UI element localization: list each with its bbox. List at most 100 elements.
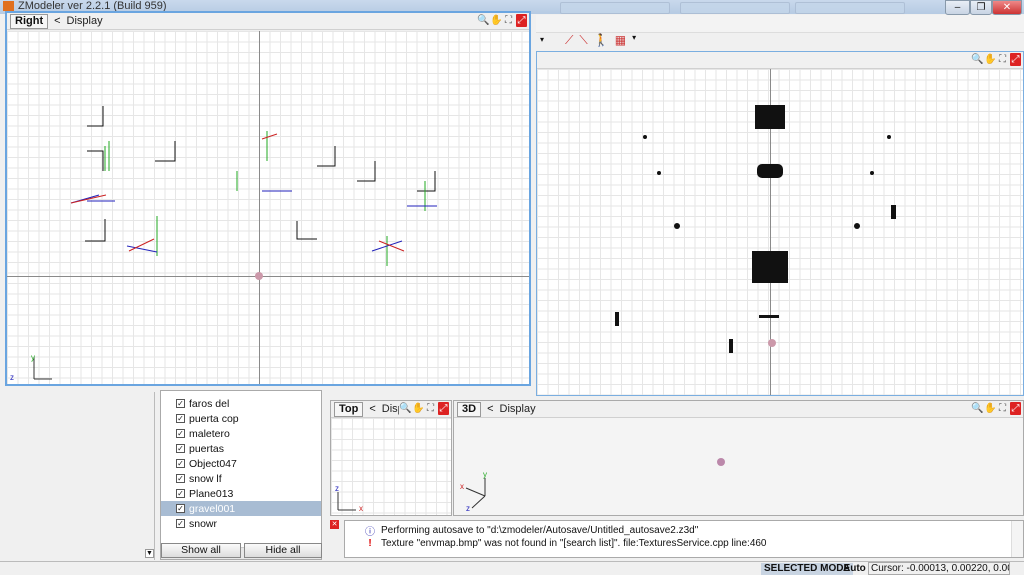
viewport-canvas[interactable] — [537, 69, 1023, 395]
object-name: snow lf — [189, 472, 222, 485]
object-list-item[interactable]: ✓ snow lf — [161, 471, 321, 486]
axis-label-z: z — [466, 504, 470, 513]
fit-icon[interactable]: ⛶ — [503, 14, 514, 27]
front-scene — [615, 105, 896, 353]
taskbar-item[interactable] — [560, 2, 670, 14]
close-log-button[interactable]: ✕ — [330, 520, 339, 529]
axis-label-x: x — [460, 482, 464, 491]
display-menu[interactable]: Display — [500, 403, 536, 415]
side-panel — [0, 392, 155, 560]
display-menu-arrow[interactable]: < — [369, 403, 375, 415]
object-name: Object047 — [189, 457, 237, 470]
zoom-icon[interactable]: 🔍 — [399, 402, 411, 415]
object-list-item[interactable]: ✓ puertas — [161, 441, 321, 456]
app-icon — [3, 1, 14, 11]
object-list-item[interactable]: ✓ Plane013 — [161, 486, 321, 501]
axis-label-x: x — [359, 504, 363, 513]
object-name: puertas — [189, 442, 225, 455]
visibility-checkbox[interactable]: ✓ — [176, 504, 185, 513]
viewport-canvas[interactable]: y x z — [454, 418, 1023, 515]
close-button[interactable]: ✕ — [992, 0, 1022, 15]
fit-icon[interactable]: ⛶ — [997, 402, 1008, 415]
log-panel: ⓘ Performing autosave to "d:\zmodeler/Aut… — [344, 520, 1024, 558]
object-list-item[interactable]: ✓ Object047 — [161, 456, 321, 471]
perspective-viewport[interactable]: 3D < Display 🔍 ✋ ⛶ ⤢ y x z — [453, 400, 1024, 516]
zoom-icon[interactable]: 🔍 — [971, 402, 983, 415]
object-list-item[interactable]: ✓ puerta cop — [161, 411, 321, 426]
pan-icon[interactable]: ✋ — [490, 14, 502, 27]
fit-icon[interactable]: ⛶ — [997, 53, 1008, 66]
viewport-header: Right < Display 🔍 ✋ ⛶ ⤢ — [7, 13, 529, 30]
taskbar-item[interactable] — [795, 2, 905, 14]
viewport-icons: 🔍 ✋ ⛶ ⤢ — [477, 14, 527, 27]
display-menu-arrow[interactable]: < — [54, 15, 60, 27]
pan-icon[interactable]: ✋ — [412, 402, 424, 415]
viewport-name[interactable]: 3D — [457, 401, 482, 417]
maximize-icon[interactable]: ⤢ — [1010, 53, 1021, 66]
maximize-icon[interactable]: ⤢ — [438, 402, 449, 415]
object-name: maletero — [189, 427, 230, 440]
axis-label-z: z — [10, 373, 14, 382]
info-icon: ⓘ — [365, 527, 375, 538]
select-object-icon[interactable]: 🚶 — [594, 33, 609, 48]
zoom-icon[interactable]: 🔍 — [971, 53, 983, 66]
toolbar-dropdown[interactable]: ▾ — [632, 33, 636, 48]
visibility-checkbox[interactable]: ✓ — [176, 399, 185, 408]
viewport-icons: 🔍 ✋ ⛶ ⤢ — [399, 402, 449, 415]
show-all-button[interactable]: Show all — [161, 543, 241, 558]
select-vertex-icon[interactable]: ⟋ — [565, 33, 573, 48]
maximize-icon[interactable]: ⤢ — [516, 14, 527, 27]
menu-bar — [536, 15, 1024, 33]
object-name: puerta cop — [189, 412, 239, 425]
display-menu-arrow[interactable]: < — [487, 403, 493, 415]
maximize-icon[interactable]: ⤢ — [1010, 402, 1021, 415]
pan-icon[interactable]: ✋ — [984, 53, 996, 66]
select-material-icon[interactable]: ▦ — [615, 33, 626, 48]
object-list-item[interactable]: ✓ maletero — [161, 426, 321, 441]
visibility-checkbox[interactable]: ✓ — [176, 474, 185, 483]
visibility-checkbox[interactable]: ✓ — [176, 444, 185, 453]
visibility-checkbox[interactable]: ✓ — [176, 414, 185, 423]
error-icon: ! — [368, 538, 372, 549]
viewport-canvas[interactable]: y z — [7, 31, 529, 384]
visibility-checkbox[interactable]: ✓ — [176, 489, 185, 498]
toolbar-dropdown[interactable]: ▾ — [540, 35, 544, 44]
pan-icon[interactable]: ✋ — [984, 402, 996, 415]
zoom-icon[interactable]: 🔍 — [477, 14, 489, 27]
right-scene — [33, 106, 437, 380]
log-line: ⓘ Performing autosave to "d:\zmodeler/Aut… — [365, 525, 699, 538]
visibility-checkbox[interactable]: ✓ — [176, 519, 185, 528]
viewport-icons: 🔍 ✋ ⛶ ⤢ — [971, 402, 1021, 415]
axis-label-z: z — [335, 484, 339, 493]
select-edge-icon[interactable]: ⟍ — [579, 33, 587, 48]
auto-indicator[interactable]: Auto — [843, 563, 866, 574]
object-list-item[interactable]: ✓ faros del — [161, 396, 321, 411]
hide-all-button[interactable]: Hide all — [244, 543, 322, 558]
object-list-item[interactable]: ✓ gravel001 — [161, 501, 321, 516]
fit-icon[interactable]: ⛶ — [425, 402, 436, 415]
object-list: ✓ faros del ✓ puerta cop ✓ maletero ✓ puertas ✓ O… — [160, 390, 322, 560]
mode-indicator: SELECTED MODE — [761, 563, 854, 575]
front-viewport[interactable]: 🔍 ✋ ⛶ ⤢ — [536, 51, 1024, 396]
display-menu[interactable]: Display — [67, 15, 103, 27]
viewport-header: 3D < Display 🔍 ✋ ⛶ ⤢ — [454, 401, 1023, 418]
top-viewport[interactable]: Top < Display 🔍✋⛶⤢ z x — [330, 400, 452, 516]
minimize-button[interactable]: – — [945, 0, 970, 15]
log-scrollbar[interactable] — [1011, 521, 1023, 557]
object-name: faros del — [189, 397, 230, 410]
object-name: gravel001 — [189, 502, 236, 515]
viewport-header: 🔍 ✋ ⛶ ⤢ — [537, 52, 1023, 69]
object-list-item[interactable]: ✓ snowr — [161, 516, 321, 531]
viewport-name[interactable]: Right — [10, 13, 49, 29]
log-line: ! Texture "envmap.bmp" was not found in "… — [345, 537, 1023, 550]
restore-button[interactable]: ❐ — [970, 0, 992, 15]
taskbar-item[interactable] — [680, 2, 790, 14]
viewport-name[interactable]: Top — [334, 401, 364, 417]
visibility-checkbox[interactable]: ✓ — [176, 459, 185, 468]
viewport-canvas[interactable]: z x — [331, 418, 451, 515]
selection-toolbar: ⟋ ⟍ 🚶 ▦ ▾ — [565, 33, 636, 48]
right-viewport[interactable]: Right < Display 🔍 ✋ ⛶ ⤢ y z — [5, 11, 531, 386]
scroll-down-button[interactable]: ▼ — [145, 549, 154, 558]
viewport-icons: 🔍 ✋ ⛶ ⤢ — [971, 53, 1021, 66]
visibility-checkbox[interactable]: ✓ — [176, 429, 185, 438]
